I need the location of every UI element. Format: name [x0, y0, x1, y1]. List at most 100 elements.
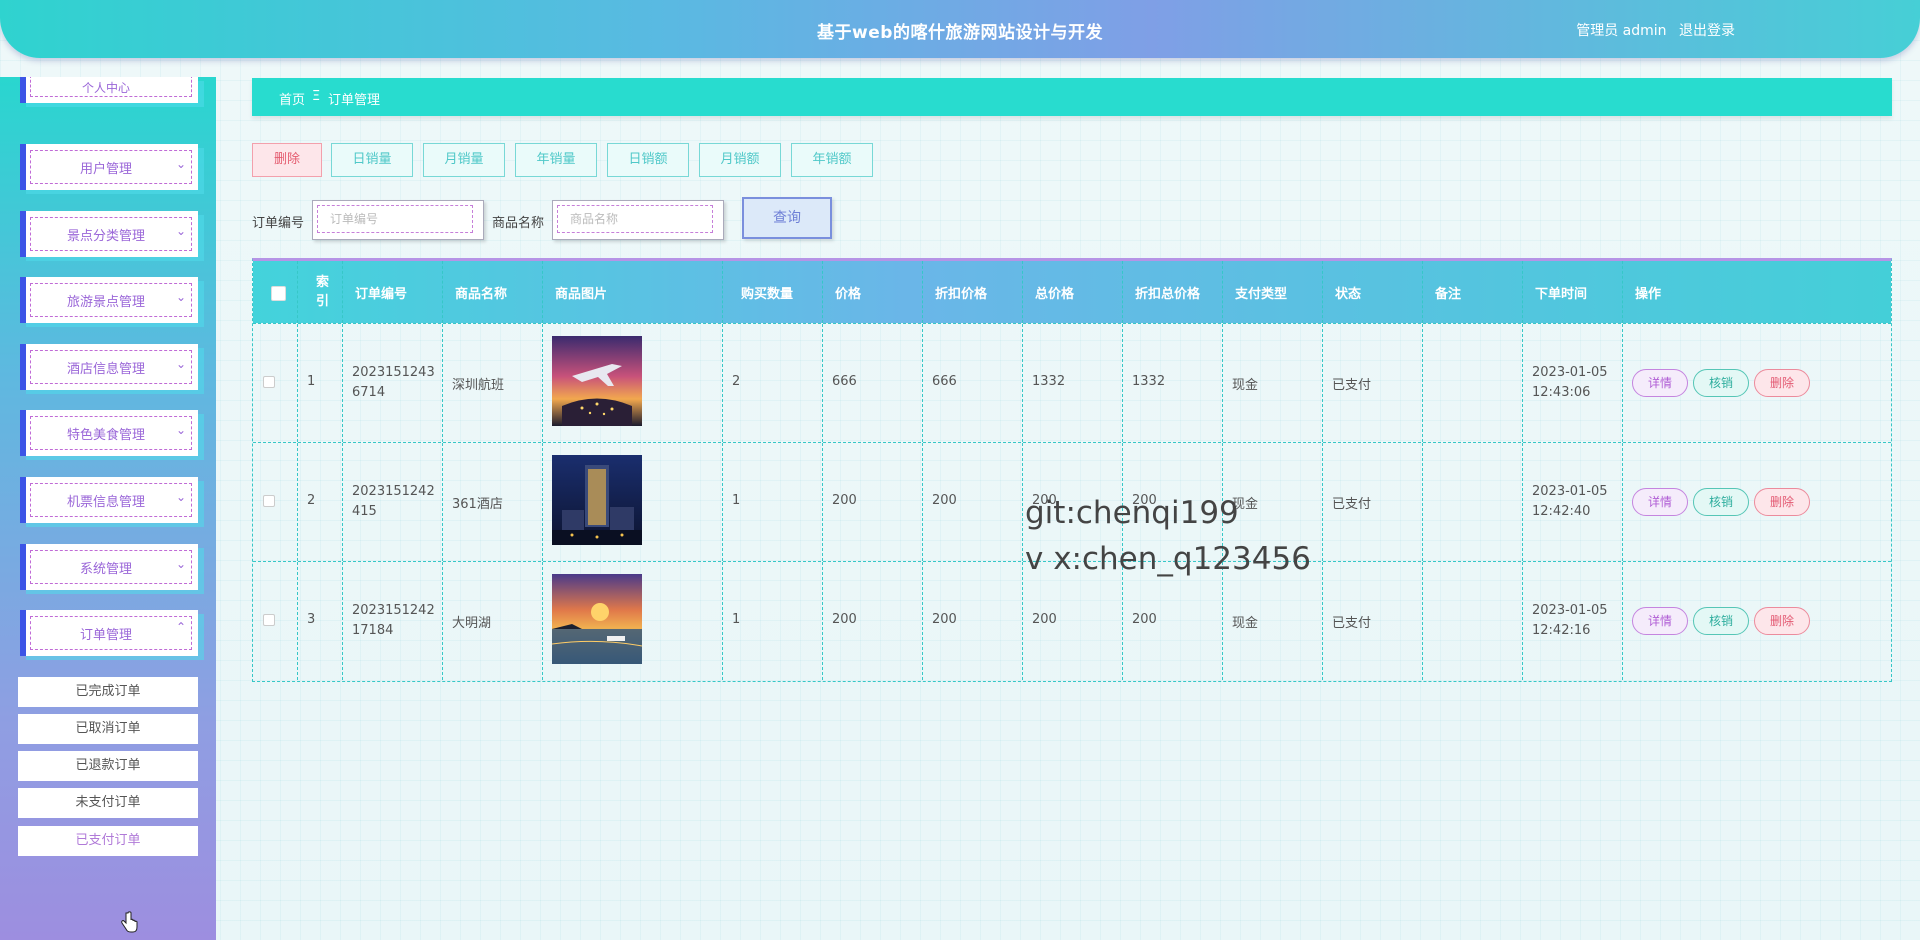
row-checkbox[interactable]	[263, 614, 275, 626]
product-name-field-wrap	[552, 200, 724, 240]
row-delete-button[interactable]: 删除	[1754, 369, 1810, 397]
row-qty: 1	[732, 612, 741, 627]
row-checkbox[interactable]	[263, 376, 275, 388]
header-product-image: 商品图片	[543, 261, 723, 323]
chevron-down-icon: ⌄	[175, 224, 186, 238]
sidebar-item-attractions[interactable]: 旅游景点管理 ⌄	[20, 277, 198, 323]
header-actions: 操作	[1635, 287, 1662, 302]
row-status: 已支付	[1332, 378, 1372, 393]
chevron-down-icon: ⌄	[175, 157, 186, 171]
order-no-input[interactable]	[317, 205, 473, 233]
product-image-flight	[552, 336, 642, 426]
row-status: 已支付	[1332, 616, 1372, 631]
header-order-time: 下单时间	[1523, 261, 1623, 323]
row-order-time: 2023-01-05 12:43:06	[1532, 365, 1608, 400]
watermark-text: git:chenqi199 v x:chen_q123456	[1025, 495, 1311, 577]
yearly-sales-button[interactable]: 年销量	[515, 143, 597, 177]
top-header: 基于web的喀什旅游网站设计与开发 管理员 admin 退出登录	[0, 0, 1920, 58]
verify-button[interactable]: 核销	[1693, 488, 1749, 516]
delete-button[interactable]: 删除	[252, 143, 322, 177]
row-qty: 2	[732, 374, 741, 389]
row-qty: 1	[732, 493, 741, 508]
header-order-no: 订单编号	[343, 261, 443, 323]
hand-cursor-icon	[121, 911, 138, 933]
table-row: 1 2023151243 6714 深圳航班 2 666 666 1332 133…	[253, 323, 1891, 442]
breadcrumb: 首页 Ξ 订单管理	[252, 78, 1892, 116]
monthly-revenue-button[interactable]: 月销额	[699, 143, 781, 177]
detail-button[interactable]: 详情	[1632, 369, 1688, 397]
product-image-hotel	[552, 455, 642, 545]
row-delete-button[interactable]: 删除	[1754, 607, 1810, 635]
row-product-name: 大明湖	[452, 616, 492, 631]
orders-table: 索 引 订单编号 商品名称 商品图片 购买数量 价格 折扣价格 总价格 折扣总价…	[252, 258, 1892, 682]
row-price: 666	[832, 374, 857, 389]
order-no-label: 订单编号	[252, 216, 305, 231]
header-quantity: 购买数量	[723, 261, 823, 323]
query-button[interactable]: 查询	[742, 197, 832, 239]
row-discount-price: 200	[932, 493, 957, 508]
row-order-no: 2023151242 17184	[352, 603, 435, 638]
order-no-field-wrap	[312, 200, 484, 240]
monthly-sales-button[interactable]: 月销量	[423, 143, 505, 177]
row-status: 已支付	[1332, 497, 1372, 512]
logout-link[interactable]: 退出登录	[1679, 23, 1735, 39]
sidebar: 个人中心 用户管理 ⌄ 景点分类管理 ⌄ 旅游景点管理 ⌄ 酒店信息管理 ⌄ 特…	[0, 77, 216, 940]
table-header: 索 引 订单编号 商品名称 商品图片 购买数量 价格 折扣价格 总价格 折扣总价…	[253, 261, 1891, 323]
sidebar-item-label: 机票信息管理	[66, 495, 145, 510]
sidebar-item-label: 酒店信息管理	[66, 362, 145, 377]
header-index: 索 引	[298, 261, 343, 323]
header-product-name: 商品名称	[443, 261, 543, 323]
sidebar-item-orders[interactable]: 订单管理 ⌃	[20, 610, 198, 656]
chevron-down-icon: ⌄	[175, 423, 186, 437]
detail-button[interactable]: 详情	[1632, 488, 1688, 516]
breadcrumb-home[interactable]: 首页	[279, 89, 305, 108]
sidebar-item-food[interactable]: 特色美食管理 ⌄	[20, 410, 198, 456]
header-status: 状态	[1323, 261, 1423, 323]
header-note: 备注	[1423, 261, 1523, 323]
verify-button[interactable]: 核销	[1693, 607, 1749, 635]
row-product-name: 361酒店	[452, 497, 503, 512]
breadcrumb-separator-icon: Ξ	[312, 89, 321, 104]
row-discount-price: 200	[932, 612, 957, 627]
row-order-no: 2023151243 6714	[352, 365, 435, 400]
detail-button[interactable]: 详情	[1632, 607, 1688, 635]
row-index: 3	[307, 612, 316, 627]
row-pay-type: 现金	[1232, 616, 1259, 631]
admin-label: 管理员 admin	[1576, 23, 1667, 39]
header-select-all	[253, 261, 298, 323]
row-total: 1332	[1032, 374, 1066, 389]
sidebar-item-label: 个人中心	[81, 81, 130, 95]
sidebar-item-users[interactable]: 用户管理 ⌄	[20, 144, 198, 190]
sub-item-unpaid-orders[interactable]: 未支付订单	[18, 788, 198, 818]
product-name-label: 商品名称	[492, 216, 545, 231]
sidebar-item-label: 景点分类管理	[66, 229, 145, 244]
row-index: 1	[307, 374, 316, 389]
select-all-checkbox[interactable]	[271, 286, 286, 301]
row-order-time: 2023-01-05 12:42:40	[1532, 484, 1608, 519]
row-order-time: 2023-01-05 12:42:16	[1532, 603, 1608, 638]
row-total: 200	[1032, 612, 1057, 627]
sub-item-refunded-orders[interactable]: 已退款订单	[18, 751, 198, 781]
daily-revenue-button[interactable]: 日销额	[607, 143, 689, 177]
verify-button[interactable]: 核销	[1693, 369, 1749, 397]
sidebar-item-profile[interactable]: 个人中心	[20, 77, 198, 103]
header-total: 总价格	[1023, 261, 1123, 323]
yearly-revenue-button[interactable]: 年销额	[791, 143, 873, 177]
row-checkbox[interactable]	[263, 495, 275, 507]
sub-item-completed-orders[interactable]: 已完成订单	[18, 677, 198, 707]
chevron-up-icon: ⌃	[175, 620, 186, 634]
sidebar-item-hotels[interactable]: 酒店信息管理 ⌄	[20, 344, 198, 390]
chevron-down-icon: ⌄	[175, 357, 186, 371]
sidebar-item-label: 订单管理	[79, 628, 132, 643]
sub-item-cancelled-orders[interactable]: 已取消订单	[18, 714, 198, 744]
header-price: 价格	[823, 261, 923, 323]
sub-item-paid-orders[interactable]: 已支付订单	[18, 826, 198, 856]
header-discount-price: 折扣价格	[923, 261, 1023, 323]
product-name-input[interactable]	[557, 205, 713, 233]
daily-sales-button[interactable]: 日销量	[331, 143, 413, 177]
sidebar-item-attraction-category[interactable]: 景点分类管理 ⌄	[20, 211, 198, 257]
row-delete-button[interactable]: 删除	[1754, 488, 1810, 516]
sidebar-item-flights[interactable]: 机票信息管理 ⌄	[20, 477, 198, 523]
product-image-lake	[552, 574, 642, 664]
sidebar-item-system[interactable]: 系统管理 ⌄	[20, 544, 198, 590]
